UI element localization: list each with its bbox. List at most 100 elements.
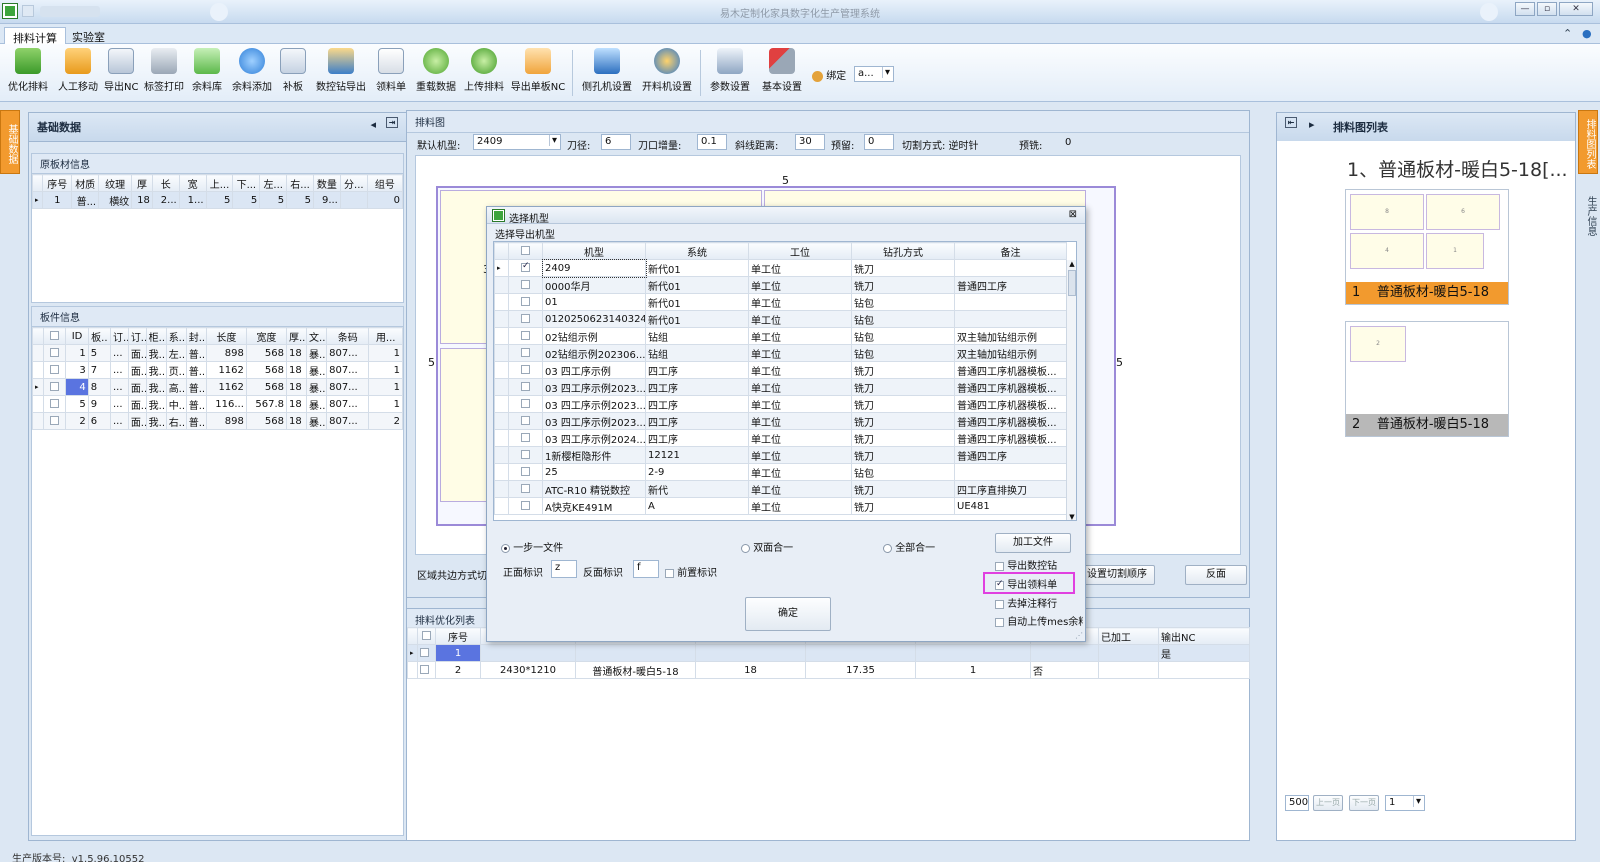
next-page-button[interactable]: 下一页: [1349, 795, 1379, 811]
remove-comment-checkbox[interactable]: [995, 599, 1004, 609]
row-checkbox[interactable]: [420, 665, 429, 674]
row-checkbox[interactable]: [50, 399, 60, 408]
row-checkbox[interactable]: [521, 450, 530, 459]
radio-double-side[interactable]: 双面合一: [741, 539, 793, 554]
row-checkbox[interactable]: [50, 382, 60, 391]
table-row[interactable]: ATC-R10 精锐数控 新代 单工位 铣刀 四工序直排换刀: [494, 480, 1067, 498]
confirm-button[interactable]: 确定: [745, 597, 831, 631]
col-processed[interactable]: 已加工: [1098, 627, 1159, 645]
part-col-header[interactable]: 封..: [185, 327, 207, 345]
pick-list-button[interactable]: 领料单: [374, 48, 408, 98]
export-drill-option[interactable]: 导出数控钻: [995, 557, 1057, 572]
sheet-col-header[interactable]: 分...: [339, 174, 368, 192]
tab-nesting[interactable]: 排料计算: [4, 27, 66, 45]
label-print-button[interactable]: 标签打印: [144, 48, 184, 98]
table-row[interactable]: 0120250623140324 新代01 单工位 钻包: [494, 310, 1067, 328]
part-col-header[interactable]: 长度: [205, 327, 247, 345]
table-row[interactable]: 01 新代01 单工位 钻包: [494, 293, 1067, 311]
row-checkbox[interactable]: [521, 433, 530, 442]
radio-one-step-dot[interactable]: [501, 543, 510, 553]
row-checkbox[interactable]: [521, 501, 530, 510]
front-mark-input[interactable]: z: [551, 560, 577, 578]
sheet-col-header[interactable]: 组号: [366, 174, 404, 192]
close-button[interactable]: ✕: [1559, 2, 1593, 16]
table-row[interactable]: A快克KE491M A 单工位 铣刀 UE481: [494, 497, 1067, 515]
part-col-header[interactable]: 宽度: [245, 327, 288, 345]
sheet-col-header[interactable]: 厚: [131, 174, 153, 192]
base-data-side-tab[interactable]: 基础数据: [0, 110, 20, 174]
tab-lab[interactable]: 实验室: [64, 27, 113, 44]
machine-col-header[interactable]: 钻孔方式: [851, 242, 955, 260]
upload-nesting-button[interactable]: 上传排料: [462, 48, 506, 98]
row-checkbox[interactable]: [521, 399, 530, 408]
set-cut-order-button[interactable]: 设置切割顺序: [1079, 565, 1155, 585]
sheet-col-header[interactable]: 纹理: [98, 174, 133, 192]
table-row[interactable]: 03 四工序示例2024... 四工序 单工位 铣刀 普通四工序机器模板...: [494, 429, 1067, 447]
bind-select[interactable]: a... ▾: [854, 66, 894, 82]
part-table[interactable]: ID 板.. 订.. 订.. 柜.. 系.. 封.. 长度 宽度 厚.. 文.. 条码 用... 15.…: [31, 327, 403, 430]
dialog-close-icon[interactable]: ⊠: [1069, 209, 1077, 220]
sheet-col-header[interactable]: 上...: [205, 174, 234, 192]
cnc-drill-export-button[interactable]: 数控钻导出: [314, 48, 368, 98]
table-row[interactable]: 25 2-9 单工位 钻包: [494, 463, 1067, 481]
sheet-col-header[interactable]: 左...: [259, 174, 288, 192]
layout-item-1-label[interactable]: 1 普通板材-暖白5-18: [1346, 282, 1508, 304]
patch-board-button[interactable]: 补板: [280, 48, 306, 98]
part-col-header[interactable]: 订..: [127, 327, 147, 345]
table-row[interactable]: 2 6... 面.. 我.. 右.. 普.. 898 568 18 暴.. 807... 2: [31, 412, 403, 430]
chevron-down-icon[interactable]: ▾: [549, 135, 559, 146]
page-select[interactable]: 1 ▾: [1385, 795, 1425, 811]
row-checkbox[interactable]: [521, 261, 530, 272]
parameter-settings-button[interactable]: 参数设置: [708, 48, 752, 98]
select-all-checkbox[interactable]: [422, 631, 431, 640]
sheet-table[interactable]: 序号 材质 纹理厚长宽上... 下... 左... 右... 数量 分... 组号 ▸ 1 普...…: [31, 174, 404, 209]
table-row[interactable]: ▸ 4 8... 面.. 我.. 高.. 普.. 1162 568 18 暴.. 807... 1: [31, 378, 403, 396]
row-checkbox[interactable]: [521, 365, 530, 374]
row-checkbox[interactable]: [50, 365, 60, 374]
sheet-col-header[interactable]: 宽: [178, 174, 207, 192]
row-checkbox[interactable]: [50, 416, 60, 425]
part-col-header[interactable]: 订..: [109, 327, 129, 345]
part-col-header[interactable]: ID: [65, 327, 89, 345]
sheet-col-header[interactable]: 材质: [71, 174, 100, 192]
collapse-left-icon[interactable]: ◂: [370, 118, 376, 131]
back-mark-input[interactable]: f: [633, 560, 659, 578]
sheet-col-header[interactable]: 右...: [286, 174, 314, 192]
unpin-icon[interactable]: ⇤: [1285, 117, 1297, 128]
reload-data-button[interactable]: 重载数据: [414, 48, 458, 98]
table-row[interactable]: 03 四工序示例2023... 四工序 单工位 铣刀 普通四工序机器模板...: [494, 395, 1067, 413]
side-drill-settings-button[interactable]: 侧孔机设置: [580, 48, 634, 98]
row-checkbox[interactable]: [420, 648, 429, 657]
row-checkbox[interactable]: [521, 382, 530, 391]
help-icon[interactable]: ●: [1582, 27, 1592, 40]
col-output-nc[interactable]: 输出NC: [1158, 627, 1250, 645]
sheet-col-header[interactable]: 数量: [313, 174, 341, 192]
prev-page-button[interactable]: 上一页: [1313, 795, 1343, 811]
scroll-down-icon[interactable]: ▼: [1067, 513, 1076, 520]
cutter-settings-button[interactable]: 开料机设置: [640, 48, 694, 98]
default-machine-select[interactable]: 2409 ▾: [473, 134, 561, 150]
machine-col-header[interactable]: 机型: [542, 242, 646, 260]
radio-one-step[interactable]: 一步一文件: [501, 539, 563, 554]
part-col-header[interactable]: 厚..: [285, 327, 308, 345]
basic-settings-button[interactable]: 基本设置: [760, 48, 804, 98]
scroll-up-icon[interactable]: ▲: [1067, 260, 1076, 268]
table-row[interactable]: 1新樱柜隐形件 12121 单工位 铣刀 普通四工序: [494, 446, 1067, 464]
sheet-col-header[interactable]: 下...: [232, 174, 261, 192]
table-row[interactable]: 2 2430*1210 普通板材-暖白5-18 18 17.35 1 否: [407, 661, 1250, 679]
chevron-down-icon[interactable]: ▾: [882, 67, 892, 78]
manual-move-button[interactable]: 人工移动: [56, 48, 100, 98]
machine-col-header[interactable]: 备注: [954, 242, 1067, 260]
part-col-header[interactable]: 文..: [306, 327, 328, 345]
row-checkbox[interactable]: [50, 348, 60, 357]
table-row[interactable]: 3 7... 面.. 我.. 页.. 普.. 1162 568 18 暴.. 807... 1: [31, 361, 403, 379]
layout-thumbnail-2[interactable]: 2 2 普通板材-暖白5-18: [1345, 321, 1509, 437]
export-pick-list-option[interactable]: 导出领料单: [995, 576, 1057, 591]
part-col-header[interactable]: 柜..: [145, 327, 167, 345]
layout-list-side-tab[interactable]: 排料图列表: [1578, 110, 1598, 174]
select-all-checkbox[interactable]: [50, 331, 60, 340]
edge-increment-input[interactable]: 0.1: [697, 134, 727, 150]
col-no[interactable]: 序号: [435, 627, 481, 645]
row-checkbox[interactable]: [521, 467, 530, 476]
expand-right-icon[interactable]: ▸: [1309, 118, 1315, 131]
